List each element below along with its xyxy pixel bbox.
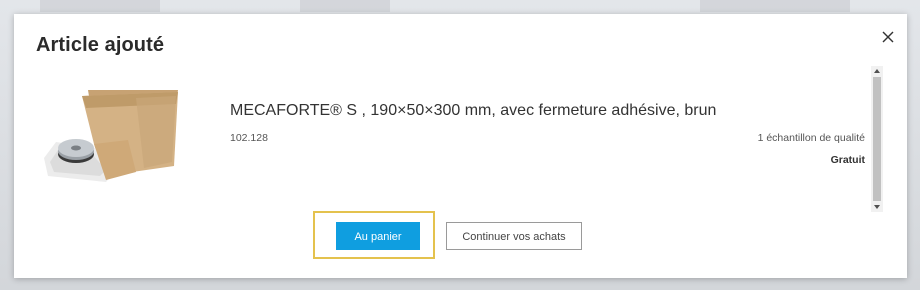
backdrop-nav-item [40, 0, 160, 12]
product-price: Gratuit [830, 154, 865, 166]
close-button[interactable] [879, 28, 897, 46]
dialog-title: Article ajouté [36, 34, 165, 56]
backdrop-nav-item [700, 0, 850, 12]
added-to-cart-dialog: Article ajouté MECAFORTE® S , 190×50×300… [14, 14, 907, 278]
product-image [36, 84, 184, 192]
product-sku: 102.128 [230, 132, 268, 144]
scroll-down-button[interactable] [871, 202, 883, 212]
product-name: MECAFORTE® S , 190×50×300 mm, avec ferme… [230, 102, 717, 119]
close-icon [882, 31, 894, 43]
scroll-down-icon [874, 205, 880, 209]
cart-item-list: MECAFORTE® S , 190×50×300 mm, avec ferme… [14, 66, 884, 212]
scrollbar-thumb[interactable] [873, 77, 881, 201]
scroll-up-icon [874, 69, 880, 73]
add-to-cart-button[interactable]: Au panier [336, 222, 420, 250]
backdrop-nav-item [300, 0, 390, 12]
product-quantity: 1 échantillon de qualité [757, 132, 865, 144]
scroll-up-button[interactable] [871, 66, 883, 76]
continue-shopping-button[interactable]: Continuer vos achats [446, 222, 582, 250]
list-scrollbar[interactable] [871, 66, 883, 212]
